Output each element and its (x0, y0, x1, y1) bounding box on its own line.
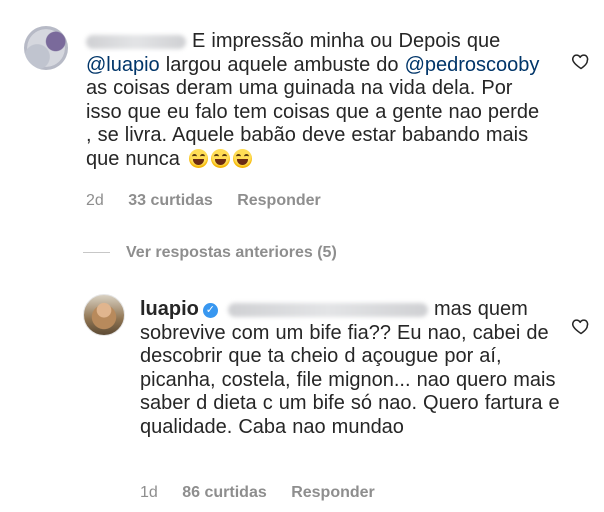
comment-1: E impressão minha ou Depois que @luapio … (0, 20, 604, 215)
comment-text-part: as coisas deram uma guinada na vida dela… (86, 77, 540, 170)
comment-text: luapio ✓ mas quem sobrevive com um bife f… (140, 298, 580, 439)
comment-2: luapio ✓ mas quem sobrevive com um bife f… (0, 288, 604, 510)
comment-meta: 1d 86 curtidas Responder (140, 484, 395, 502)
mention-link[interactable]: @luapio (86, 54, 160, 76)
reply-button[interactable]: Responder (237, 192, 321, 209)
blurred-username (86, 34, 186, 49)
reply-button[interactable]: Responder (291, 484, 375, 501)
luapio-avatar[interactable] (83, 294, 125, 336)
replies-divider (83, 252, 110, 254)
comment-time: 2d (86, 192, 104, 209)
comment-text-part: largou aquele ambuste do (159, 53, 399, 76)
username-link[interactable]: luapio (140, 298, 199, 320)
comment-text-part: mas quem sobrevive com um bife fia?? Eu … (140, 298, 560, 438)
face-with-tears-of-joy-icon (210, 148, 230, 168)
likes-count[interactable]: 33 curtidas (128, 192, 212, 209)
likes-count[interactable]: 86 curtidas (182, 484, 266, 501)
mention-link[interactable]: @pedroscooby (405, 54, 540, 76)
comment-meta: 2d 33 curtidas Responder (86, 192, 341, 210)
face-with-tears-of-joy-icon (188, 148, 208, 168)
verified-badge-icon: ✓ (202, 303, 218, 318)
comment-text-part: E impressão minha ou Depois que (192, 30, 501, 52)
view-previous-replies[interactable]: Ver respostas anteriores (5) (83, 244, 337, 262)
commenter-avatar[interactable] (24, 26, 68, 70)
view-replies-label: Ver respostas anteriores (5) (126, 244, 337, 261)
heart-icon[interactable] (571, 316, 591, 336)
heart-icon[interactable] (571, 51, 591, 71)
comment-time: 1d (140, 484, 158, 501)
blurred-mention (227, 302, 428, 317)
face-with-tears-of-joy-icon (232, 148, 252, 168)
comment-text: E impressão minha ou Depois que @luapio … (86, 30, 541, 171)
